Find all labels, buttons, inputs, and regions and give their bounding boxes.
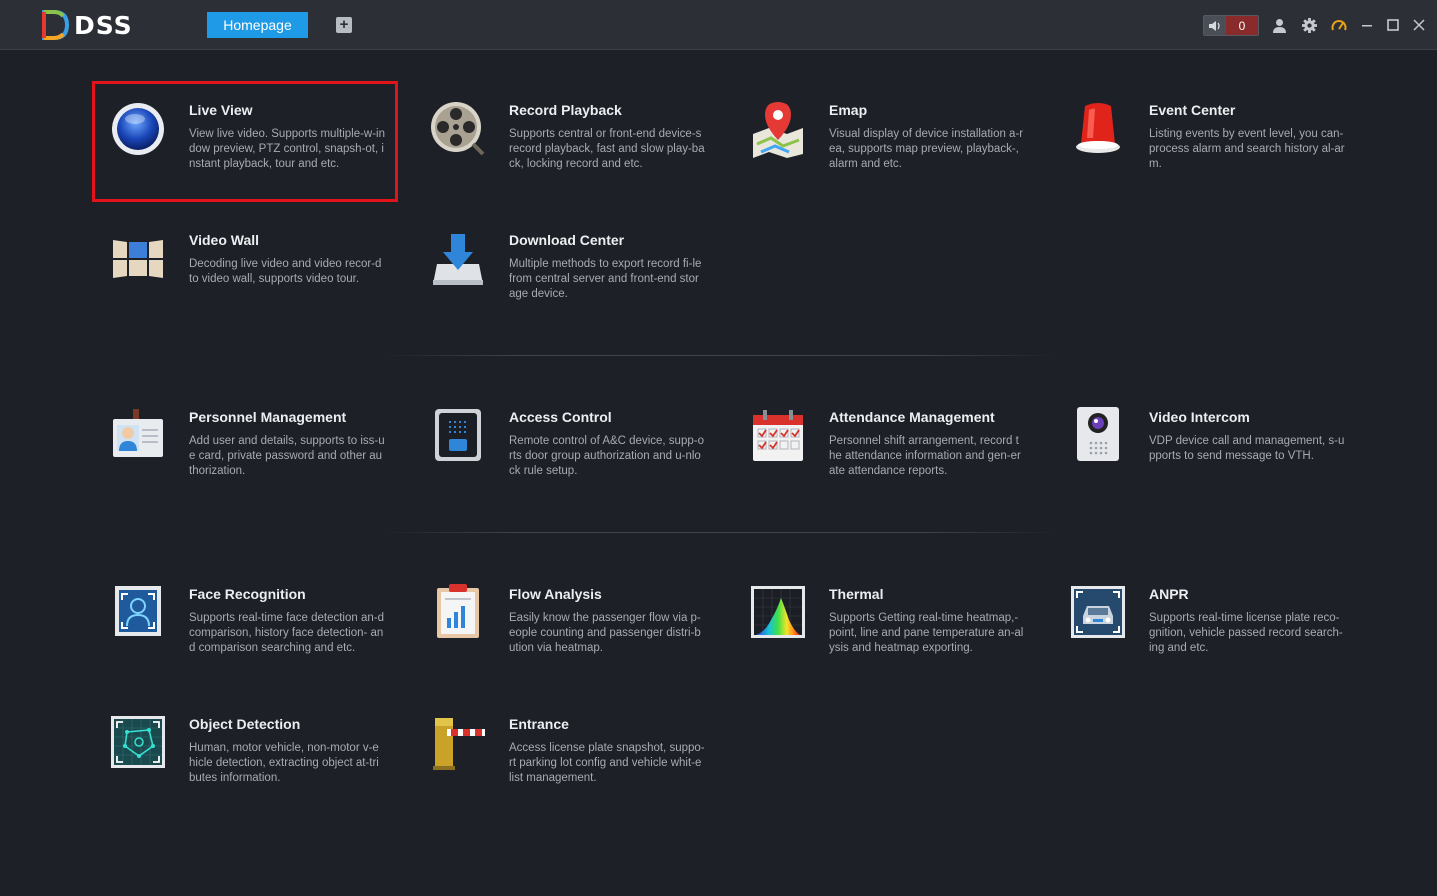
title-bar: DSS Homepage + 0 (0, 0, 1437, 50)
module-name: Record Playback (509, 102, 622, 118)
alarm-count: 0 (1226, 16, 1258, 35)
module-face-recognition[interactable]: Face Recognition Supports real-time face… (95, 568, 395, 683)
calendar-icon (753, 410, 803, 461)
face-scan-icon (115, 586, 161, 636)
module-description: Multiple methods to export record fi-le … (509, 258, 702, 300)
module-emap[interactable]: Emap Visual display of device installati… (735, 84, 1035, 199)
module-name: Object Detection (189, 716, 301, 732)
module-name: Event Center (1149, 102, 1236, 118)
tab-homepage[interactable]: Homepage (207, 12, 308, 38)
dss-logo: DSS (40, 8, 133, 42)
module-name: Personnel Management (189, 409, 347, 425)
car-scan-icon (1071, 586, 1125, 638)
clipboard-chart-icon (437, 584, 479, 638)
close-icon[interactable] (1410, 16, 1428, 34)
module-video-intercom[interactable]: Video Intercom VDP device call and manag… (1055, 391, 1355, 506)
module-description: Supports real-time license plate reco-gn… (1149, 612, 1343, 654)
module-description: Supports central or front-end device-s r… (509, 128, 705, 170)
module-anpr[interactable]: ANPR Supports real-time license plate re… (1055, 568, 1355, 683)
module-personnel-management[interactable]: Personnel Management Add user and detail… (95, 391, 395, 506)
module-name: Entrance (509, 716, 569, 732)
module-name: Attendance Management (829, 409, 995, 425)
module-name: Video Intercom (1149, 409, 1250, 425)
module-name: Emap (829, 102, 868, 118)
section-divider (380, 355, 1060, 356)
module-description: Supports real-time face detection an-d c… (189, 612, 384, 654)
module-description: Remote control of A&C device, supp-orts … (509, 435, 704, 477)
speaker-icon[interactable] (1204, 16, 1226, 35)
module-name: ANPR (1149, 586, 1189, 602)
module-name: Live View (189, 102, 253, 118)
module-description: Listing events by event level, you can- … (1149, 128, 1345, 170)
module-name: Thermal (829, 586, 884, 602)
intercom-icon (1077, 407, 1119, 461)
module-video-wall[interactable]: Video Wall Decoding live video and video… (95, 214, 395, 329)
module-name: Access Control (509, 409, 612, 425)
download-icon (433, 234, 483, 285)
module-name: Face Recognition (189, 586, 306, 602)
module-description: Supports Getting real-time heatmap,- poi… (829, 612, 1024, 654)
gear-icon[interactable] (1300, 16, 1318, 34)
module-flow-analysis[interactable]: Flow Analysis Easily know the passenger … (415, 568, 715, 683)
performance-gauge-icon[interactable] (1330, 16, 1348, 34)
module-description: Human, motor vehicle, non-motor v-ehicle… (189, 742, 379, 784)
section-divider (380, 532, 1060, 533)
module-description: Visual display of device installation a-… (829, 128, 1024, 170)
module-thermal[interactable]: Thermal Supports Getting real-time heatm… (735, 568, 1035, 683)
object-grid-icon (111, 716, 165, 768)
module-description: Easily know the passenger flow via p-eop… (509, 612, 701, 654)
module-record-playback[interactable]: Record Playback Supports central or fron… (415, 84, 715, 199)
module-description: Access license plate snapshot, suppo-rt … (509, 742, 705, 784)
dss-logo-icon (42, 10, 70, 40)
module-description: Add user and details, supports to iss-ue… (189, 435, 385, 477)
access-panel-icon (435, 409, 481, 461)
minimize-icon[interactable] (1358, 16, 1376, 34)
user-icon[interactable] (1270, 16, 1288, 34)
module-access-control[interactable]: Access Control Remote control of A&C dev… (415, 391, 715, 506)
barrier-gate-icon (433, 718, 485, 770)
alarm-indicator[interactable]: 0 (1203, 15, 1259, 36)
logo-text: DSS (74, 10, 133, 40)
maximize-icon[interactable] (1384, 16, 1402, 34)
module-description: Decoding live video and video recor-d to… (189, 258, 382, 285)
film-reel-icon (431, 102, 485, 156)
map-pin-icon (753, 102, 803, 158)
module-live-view[interactable]: Live View View live video. Supports mult… (92, 81, 398, 202)
thermal-chart-icon (751, 586, 805, 638)
id-badge-icon (113, 409, 163, 457)
video-wall-icon (113, 240, 163, 278)
add-tab-button[interactable]: + (336, 17, 352, 33)
module-description: VDP device call and management, s-upport… (1149, 435, 1345, 462)
module-attendance-management[interactable]: Attendance Management Personnel shift ar… (735, 391, 1035, 506)
module-description: Personnel shift arrangement, record the … (829, 435, 1021, 477)
module-entrance[interactable]: Entrance Access license plate snapshot, … (415, 698, 715, 813)
alarm-light-icon (1076, 103, 1120, 153)
live-view-icon (112, 103, 164, 155)
module-name: Video Wall (189, 232, 260, 248)
module-description: View live video. Supports multiple-w-ind… (189, 128, 386, 170)
module-name: Download Center (509, 232, 625, 248)
module-event-center[interactable]: Event Center Listing events by event lev… (1055, 84, 1355, 199)
module-name: Flow Analysis (509, 586, 602, 602)
module-object-detection[interactable]: Object Detection Human, motor vehicle, n… (95, 698, 395, 813)
module-download-center[interactable]: Download Center Multiple methods to expo… (415, 214, 715, 329)
